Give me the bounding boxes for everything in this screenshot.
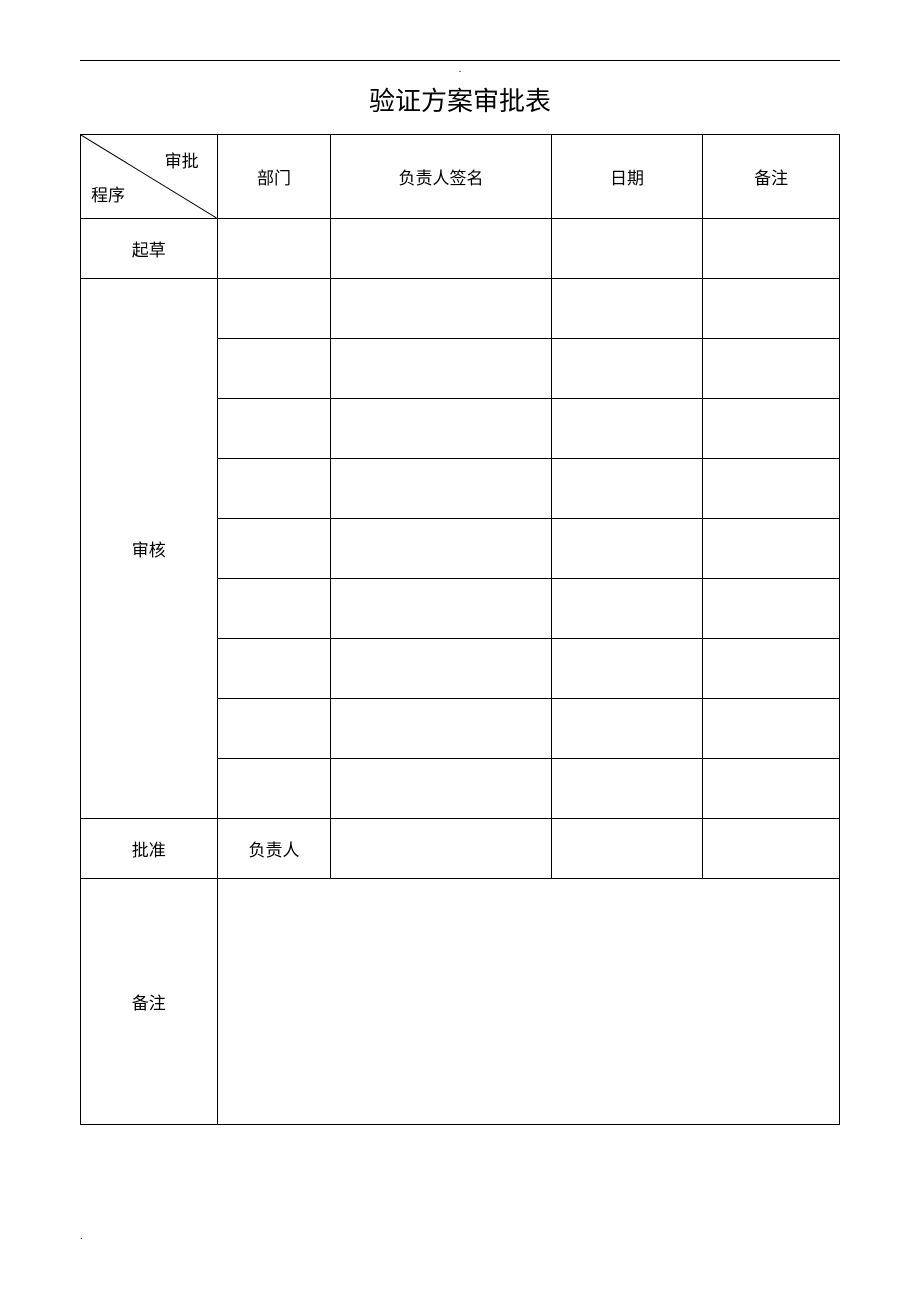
review-date xyxy=(551,459,703,519)
review-dept xyxy=(217,579,331,639)
review-sign xyxy=(331,399,551,459)
review-remark xyxy=(703,399,840,459)
review-sign xyxy=(331,639,551,699)
review-sign xyxy=(331,279,551,339)
notes-label: 备注 xyxy=(81,879,218,1125)
review-date xyxy=(551,279,703,339)
review-date xyxy=(551,639,703,699)
review-dept xyxy=(217,639,331,699)
draft-label: 起草 xyxy=(81,219,218,279)
review-date xyxy=(551,759,703,819)
review-dept xyxy=(217,699,331,759)
approve-sign xyxy=(331,819,551,879)
approve-date xyxy=(551,819,703,879)
top-dot: . xyxy=(80,67,840,73)
row-draft: 起草 xyxy=(81,219,840,279)
review-remark xyxy=(703,759,840,819)
review-date xyxy=(551,519,703,579)
review-dept xyxy=(217,759,331,819)
review-remark xyxy=(703,699,840,759)
header-sign: 负责人签名 xyxy=(331,135,551,219)
review-dept xyxy=(217,339,331,399)
review-date xyxy=(551,579,703,639)
review-remark xyxy=(703,459,840,519)
row-review-0: 审核 xyxy=(81,279,840,339)
header-remark: 备注 xyxy=(703,135,840,219)
review-sign xyxy=(331,759,551,819)
table-header-row: 审批 程序 部门 负责人签名 日期 备注 xyxy=(81,135,840,219)
review-remark xyxy=(703,639,840,699)
draft-sign xyxy=(331,219,551,279)
draft-dept xyxy=(217,219,331,279)
approval-table: 审批 程序 部门 负责人签名 日期 备注 起草 审核 xyxy=(80,134,840,1125)
header-diagonal-cell: 审批 程序 xyxy=(81,135,218,219)
review-sign xyxy=(331,459,551,519)
row-notes: 备注 xyxy=(81,879,840,1125)
header-date: 日期 xyxy=(551,135,703,219)
header-approval-label: 审批 xyxy=(165,147,199,172)
draft-date xyxy=(551,219,703,279)
approve-label: 批准 xyxy=(81,819,218,879)
review-label: 审核 xyxy=(81,279,218,819)
review-dept xyxy=(217,459,331,519)
page-title: 验证方案审批表 xyxy=(80,81,840,118)
review-sign xyxy=(331,339,551,399)
draft-remark xyxy=(703,219,840,279)
approve-remark xyxy=(703,819,840,879)
review-dept xyxy=(217,279,331,339)
review-sign xyxy=(331,519,551,579)
review-remark xyxy=(703,579,840,639)
header-dept: 部门 xyxy=(217,135,331,219)
top-rule xyxy=(80,60,840,61)
review-sign xyxy=(331,699,551,759)
review-sign xyxy=(331,579,551,639)
notes-content xyxy=(217,879,839,1125)
review-date xyxy=(551,399,703,459)
header-procedure-label: 程序 xyxy=(91,181,125,206)
row-approve: 批准 负责人 xyxy=(81,819,840,879)
review-remark xyxy=(703,519,840,579)
approve-dept: 负责人 xyxy=(217,819,331,879)
review-remark xyxy=(703,339,840,399)
footer-dot: . xyxy=(80,1231,83,1242)
review-remark xyxy=(703,279,840,339)
review-date xyxy=(551,339,703,399)
review-date xyxy=(551,699,703,759)
review-dept xyxy=(217,399,331,459)
review-dept xyxy=(217,519,331,579)
